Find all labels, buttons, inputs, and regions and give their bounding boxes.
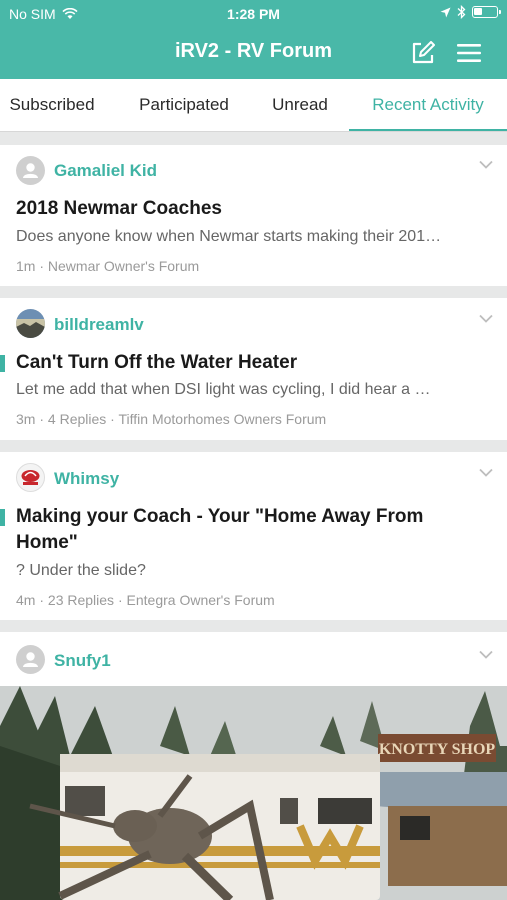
tab-bar: Subscribed Participated Unread Recent Ac… <box>0 79 507 132</box>
unread-indicator <box>0 509 5 526</box>
status-bar: No SIM 1:28 PM <box>0 0 507 28</box>
post-meta: 1m · Newmar Owner's Forum <box>16 258 200 274</box>
post-card[interactable]: Whimsy Making your Coach - Your "Home Aw… <box>0 452 507 620</box>
post-excerpt: Does anyone know when Newmar starts maki… <box>16 228 442 245</box>
avatar-photo <box>16 309 45 338</box>
unread-indicator <box>0 355 5 372</box>
avatar[interactable] <box>16 156 45 185</box>
post-title-line: Home" <box>16 532 78 553</box>
tab-recent-activity[interactable]: Recent Activity <box>349 79 507 131</box>
post-replies: 23 Replies <box>47 592 115 608</box>
compose-icon[interactable] <box>411 41 435 65</box>
post-author[interactable]: Gamaliel Kid <box>54 161 157 181</box>
post-forum[interactable]: Tiffin Motorhomes Owners Forum <box>118 411 326 427</box>
post-author[interactable]: billdreamlv <box>54 315 144 335</box>
post-title[interactable]: Making your Coach - Your "Home Away From… <box>16 504 491 556</box>
avatar[interactable] <box>16 463 45 492</box>
post-title[interactable]: Can't Turn Off the Water Heater <box>16 350 491 376</box>
post-replies: 4 Replies <box>47 411 107 427</box>
avatar[interactable] <box>16 309 45 338</box>
hamburger-menu-icon[interactable] <box>457 43 481 63</box>
chevron-down-icon[interactable] <box>479 314 493 323</box>
post-meta: 4m · 23 Replies · Entegra Owner's Forum <box>16 592 275 608</box>
post-card[interactable]: billdreamlv Can't Turn Off the Water Hea… <box>0 298 507 440</box>
post-forum[interactable]: Entegra Owner's Forum <box>127 592 275 608</box>
post-image[interactable]: KNOTTY SHOP <box>0 686 507 900</box>
post-title-line: Making your Coach - Your "Home Away From <box>16 506 424 527</box>
post-forum[interactable]: Newmar Owner's Forum <box>48 258 199 274</box>
chevron-down-icon[interactable] <box>479 160 493 169</box>
avatar[interactable] <box>16 645 45 674</box>
avatar-logo <box>21 470 40 485</box>
app-header: No SIM 1:28 PM iRV2 - RV Forum <box>0 0 507 79</box>
tab-unread[interactable]: Unread <box>262 79 338 131</box>
post-time: 1m <box>16 258 36 274</box>
user-placeholder-icon <box>23 652 38 667</box>
post-author[interactable]: Snufy1 <box>54 651 111 671</box>
post-excerpt: ? Under the slide? <box>16 562 146 579</box>
post-card[interactable]: Gamaliel Kid 2018 Newmar Coaches Does an… <box>0 145 507 286</box>
rv-photo-illustration: KNOTTY SHOP <box>0 686 507 900</box>
post-author[interactable]: Whimsy <box>54 469 119 489</box>
bluetooth-icon <box>457 5 466 19</box>
tab-participated[interactable]: Participated <box>122 79 246 131</box>
tab-subscribed[interactable]: Subscribed <box>0 79 104 131</box>
post-time: 3m <box>16 411 36 427</box>
user-placeholder-icon <box>23 163 38 178</box>
post-excerpt: Let me add that when DSI light was cycli… <box>16 381 431 398</box>
post-title[interactable]: 2018 Newmar Coaches <box>16 196 491 222</box>
battery-icon <box>472 6 501 18</box>
shop-sign: KNOTTY SHOP <box>379 741 496 758</box>
status-time: 1:28 PM <box>227 6 280 22</box>
post-meta: 3m · 4 Replies · Tiffin Motorhomes Owner… <box>16 411 327 427</box>
chevron-down-icon[interactable] <box>479 468 493 477</box>
post-time: 4m <box>16 592 36 608</box>
chevron-down-icon[interactable] <box>479 650 493 659</box>
location-arrow-icon <box>440 7 451 17</box>
